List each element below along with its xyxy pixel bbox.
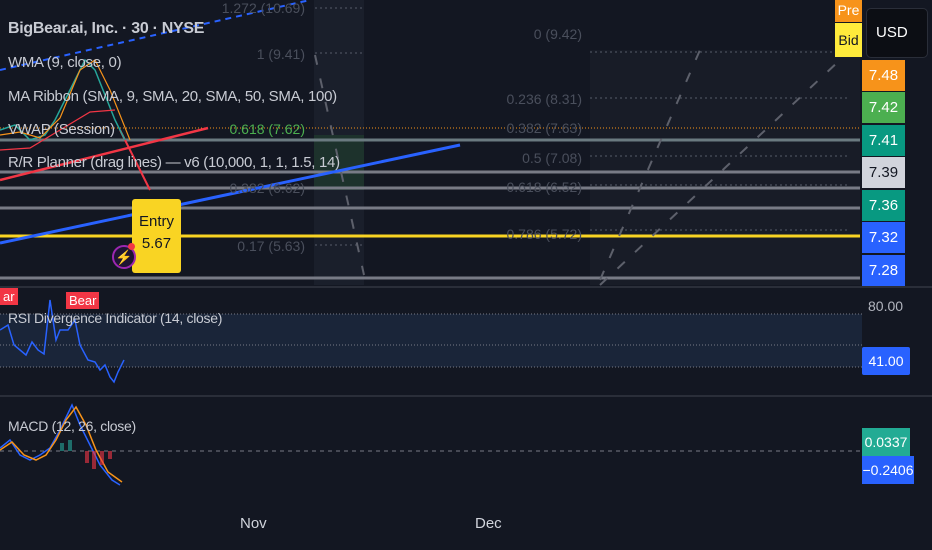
- price-label: 7.42: [862, 92, 905, 123]
- legend-vwap[interactable]: VWAP (Session): [8, 121, 115, 138]
- symbol-title[interactable]: BigBear.ai, Inc. · 30 · NYSE: [8, 20, 204, 38]
- bid-badge: Bid: [835, 23, 862, 57]
- price-label: 7.36: [862, 190, 905, 221]
- time-axis-nov: Nov: [240, 515, 267, 532]
- price-label: 7.39: [862, 157, 905, 188]
- entry-label[interactable]: Entry 5.67: [132, 199, 181, 273]
- legend-rr-planner[interactable]: R/R Planner (drag lines) — v6 (10,000, 1…: [8, 154, 340, 171]
- macd-legend[interactable]: MACD (12, 26, close): [8, 418, 136, 434]
- currency-button[interactable]: USD: [866, 8, 928, 58]
- fib-label: 0.618 (6.52): [506, 179, 583, 195]
- fib-label: 0.382 (7.63): [506, 120, 583, 136]
- fib-label: 0.236 (8.31): [506, 91, 583, 107]
- fib-label: 0.5 (7.08): [522, 150, 582, 166]
- entry-price: 5.67: [141, 235, 172, 252]
- rsi-level-80: 80.00: [868, 298, 904, 314]
- notification-dot-icon: [128, 243, 135, 250]
- fib-label: 0.17 (5.63): [237, 238, 305, 254]
- fib-label: 0.382 (6.62): [229, 180, 306, 196]
- entry-label-text: Entry: [138, 213, 174, 230]
- fib-label: 1 (9.41): [256, 46, 305, 62]
- legend-wma[interactable]: WMA (9, close, 0): [8, 54, 122, 71]
- chart-canvas[interactable]: [0, 0, 932, 550]
- price-label: 7.28: [862, 255, 905, 286]
- price-label: 7.32: [862, 222, 905, 253]
- time-axis-dec: Dec: [475, 515, 502, 532]
- pre-badge: Pre: [835, 0, 862, 22]
- bear-tag: ar: [0, 288, 18, 305]
- macd-signal-label: 0.0337: [862, 428, 910, 456]
- legend-ma-ribbon[interactable]: MA Ribbon (SMA, 9, SMA, 20, SMA, 50, SMA…: [8, 88, 337, 105]
- macd-value-label: −0.2406: [862, 456, 914, 484]
- rsi-value-label: 41.00: [862, 347, 910, 375]
- price-label: 7.48: [862, 60, 905, 91]
- rsi-legend[interactable]: RSI Divergence Indicator (14, close): [8, 310, 222, 326]
- fib-label: 1.272 (10.69): [221, 0, 305, 16]
- fib-label: 0.618 (7.62): [229, 121, 306, 137]
- price-label: 7.41: [862, 125, 905, 156]
- fib-label: 0 (9.42): [533, 26, 582, 42]
- bear-tag: Bear: [66, 292, 100, 309]
- fib-label: 0.786 (5.72): [506, 226, 583, 242]
